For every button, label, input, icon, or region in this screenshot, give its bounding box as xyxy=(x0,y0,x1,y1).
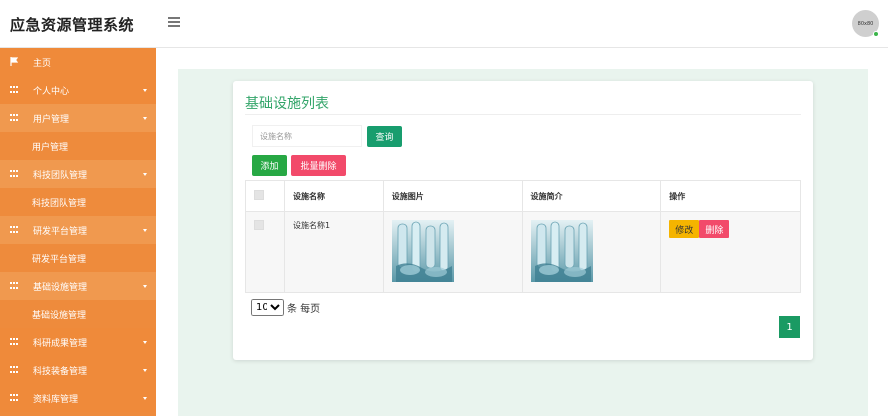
sidebar-item-5[interactable]: 科技团队管理 xyxy=(0,188,156,216)
grid-icon xyxy=(10,366,18,374)
page-size-select[interactable]: 10 xyxy=(251,299,284,316)
sidebar: 主页 个人中心 用户管理 用户管理 科技团队管理 科技团队管理 研发平台管理 研发平台管理 基础… xyxy=(0,48,156,416)
header-facility-intro: 设施简介 xyxy=(521,180,662,212)
edit-button[interactable]: 修改 xyxy=(669,220,700,238)
sidebar-item-8[interactable]: 基础设施管理 xyxy=(0,272,156,300)
sidebar-item-label: 科技团队管理 xyxy=(33,170,88,181)
sidebar-item-6[interactable]: 研发平台管理 xyxy=(0,216,156,244)
page-title: 基础设施列表 xyxy=(245,96,329,112)
sidebar-item-2[interactable]: 用户管理 xyxy=(0,104,156,132)
sidebar-item-label: 基础设施管理 xyxy=(33,282,88,293)
sidebar-item-label: 研发平台管理 xyxy=(33,226,88,237)
sidebar-item-label: 个人中心 xyxy=(33,86,70,97)
grid-icon xyxy=(10,282,18,290)
header-facility-image: 设施图片 xyxy=(382,180,523,212)
facility-name-cell: 设施名称1 xyxy=(283,211,384,293)
sidebar-item-0[interactable]: 主页 xyxy=(0,48,156,76)
sidebar-item-label: 研发平台管理 xyxy=(32,254,87,265)
facility-intro-cell xyxy=(521,211,662,293)
sidebar-item-3[interactable]: 用户管理 xyxy=(0,132,156,160)
table-row: 设施名称1 修改 删除 xyxy=(245,211,801,293)
chevron-down-icon xyxy=(143,173,147,176)
title-divider xyxy=(245,114,801,115)
sidebar-item-7[interactable]: 研发平台管理 xyxy=(0,244,156,272)
page-size-suffix: 条 每页 xyxy=(287,304,321,315)
sidebar-item-label: 用户管理 xyxy=(32,142,69,153)
table-header-row: 设施名称 设施图片 设施简介 操作 xyxy=(245,180,801,212)
grid-icon xyxy=(10,394,18,402)
chevron-down-icon xyxy=(143,117,147,120)
batch-delete-button[interactable]: 批量删除 xyxy=(291,155,346,176)
chevron-down-icon xyxy=(143,341,147,344)
flag-icon xyxy=(10,57,18,66)
sidebar-item-label: 科技装备管理 xyxy=(33,366,88,377)
chevron-down-icon xyxy=(143,285,147,288)
sidebar-item-label: 科研成果管理 xyxy=(33,338,88,349)
header-actions: 操作 xyxy=(660,180,801,212)
lab-glassware-image xyxy=(530,220,593,282)
page-button-current[interactable]: 1 xyxy=(779,316,800,338)
sidebar-item-label: 科技团队管理 xyxy=(32,198,87,209)
select-all-checkbox[interactable] xyxy=(254,190,264,200)
grid-icon xyxy=(10,114,18,122)
lab-glassware-image xyxy=(391,220,454,282)
grid-icon xyxy=(10,338,18,346)
query-button[interactable]: 查询 xyxy=(367,126,402,147)
sidebar-item-1[interactable]: 个人中心 xyxy=(0,76,156,104)
facility-table: 设施名称 设施图片 设施简介 操作 设施名称1 修改 删除 xyxy=(245,180,801,293)
sidebar-item-10[interactable]: 科研成果管理 xyxy=(0,328,156,356)
sidebar-item-label: 用户管理 xyxy=(33,114,70,125)
sidebar-item-9[interactable]: 基础设施管理 xyxy=(0,300,156,328)
row-checkbox[interactable] xyxy=(254,220,264,230)
page-size-control: 10 条 每页 xyxy=(251,299,320,316)
grid-icon xyxy=(10,86,18,94)
actions-cell: 修改 删除 xyxy=(660,211,801,293)
top-header: 应急资源管理系统 80x80 xyxy=(0,0,888,48)
select-all-cell xyxy=(245,180,285,212)
facility-image-cell xyxy=(382,211,523,293)
chevron-down-icon xyxy=(143,89,147,92)
menu-toggle-icon[interactable] xyxy=(168,16,180,27)
grid-icon xyxy=(10,226,18,234)
sidebar-item-4[interactable]: 科技团队管理 xyxy=(0,160,156,188)
facility-name-search-input[interactable]: 设施名称 xyxy=(252,125,362,147)
chevron-down-icon xyxy=(143,369,147,372)
sidebar-item-12[interactable]: 资料库管理 xyxy=(0,384,156,412)
chevron-down-icon xyxy=(143,229,147,232)
sidebar-item-11[interactable]: 科技装备管理 xyxy=(0,356,156,384)
delete-button[interactable]: 删除 xyxy=(699,220,730,238)
chevron-down-icon xyxy=(143,397,147,400)
app-title: 应急资源管理系统 xyxy=(10,16,135,34)
sidebar-item-label: 主页 xyxy=(33,58,52,69)
sidebar-item-label: 资料库管理 xyxy=(33,394,79,405)
online-status-dot xyxy=(873,31,879,37)
grid-icon xyxy=(10,170,18,178)
add-button[interactable]: 添加 xyxy=(252,155,287,176)
header-facility-name: 设施名称 xyxy=(283,180,384,212)
facility-list-card: 基础设施列表 设施名称 查询 添加 批量删除 设施名称 设施图片 设施简介 操作… xyxy=(233,81,813,360)
row-checkbox-cell xyxy=(245,211,285,293)
sidebar-item-label: 基础设施管理 xyxy=(32,310,87,321)
